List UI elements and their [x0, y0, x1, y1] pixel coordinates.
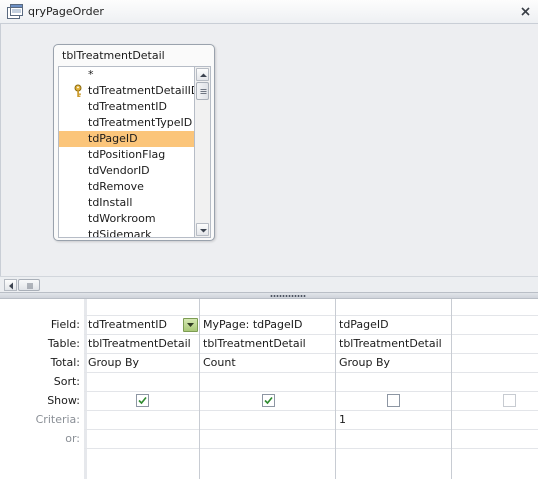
row-label-show: Show:: [47, 394, 80, 407]
checkmark-icon: [264, 396, 273, 405]
design-pane-horizontal-scrollbar[interactable]: [0, 276, 538, 292]
grid-line: [84, 391, 538, 392]
col2-table-cell[interactable]: tblTreatmentDetail: [200, 334, 334, 353]
table-field-list-window[interactable]: tblTreatmentDetail * tdTreatmentDetailID…: [53, 44, 215, 241]
row-label-field: Field:: [50, 318, 80, 331]
field-item-tdTreatmentID[interactable]: tdTreatmentID: [59, 99, 194, 115]
pane-splitter[interactable]: [0, 292, 538, 299]
chevron-down-icon: [200, 229, 207, 233]
row-label-sort: Sort:: [53, 375, 80, 388]
col3-field-cell[interactable]: tdPageID: [336, 315, 450, 334]
field-list[interactable]: * tdTreatmentDetailID tdTreatmentID tdTr…: [58, 66, 195, 238]
col4-show-checkbox[interactable]: [503, 394, 516, 407]
key-icon: [74, 84, 82, 97]
col3-total-cell[interactable]: Group By: [336, 353, 450, 372]
row-label-total: Total:: [50, 356, 80, 369]
query-icon: [7, 4, 23, 19]
close-icon: [521, 7, 530, 16]
field-item-tdPageID[interactable]: tdPageID: [59, 131, 194, 147]
col2-show-checkbox[interactable]: [262, 394, 275, 407]
chevron-down-icon: [187, 323, 194, 327]
field-item-tdTreatmentDetailID[interactable]: tdTreatmentDetailID: [59, 83, 195, 99]
grid-line: [84, 429, 538, 430]
horizontal-scroll-thumb[interactable]: [18, 279, 40, 291]
col4-field-cell[interactable]: [452, 315, 538, 334]
chevron-left-icon: [9, 282, 13, 290]
scroll-down-button[interactable]: [196, 223, 209, 236]
grid-line: [84, 410, 538, 411]
grip-icon: [27, 283, 33, 289]
field-item-tdInstall[interactable]: tdInstall: [59, 195, 194, 211]
col1-sort-cell[interactable]: [85, 372, 198, 391]
field-list-scrollbar[interactable]: [195, 66, 211, 238]
field-item-tdWorkroom[interactable]: tdWorkroom: [59, 211, 194, 227]
query-design-grid[interactable]: Field: Table: Total: Sort: Show: Criteri…: [0, 299, 538, 479]
col1-total-cell[interactable]: Group By: [85, 353, 198, 372]
table-window-title[interactable]: tblTreatmentDetail: [62, 49, 165, 62]
title-bar: qryPageOrder: [0, 0, 538, 24]
col3-criteria-cell[interactable]: 1: [336, 410, 450, 429]
field-item-tdVendorID[interactable]: tdVendorID: [59, 163, 194, 179]
field-item-all[interactable]: *: [59, 67, 194, 83]
col3-show-checkbox[interactable]: [387, 394, 400, 407]
col3-sort-cell[interactable]: [336, 372, 450, 391]
checkmark-icon: [138, 396, 147, 405]
col2-sort-cell[interactable]: [200, 372, 334, 391]
field-item-tdSidemark[interactable]: tdSidemark: [59, 227, 194, 237]
grip-icon: [200, 89, 207, 94]
field-item-tdRemove[interactable]: tdRemove: [59, 179, 194, 195]
scroll-thumb[interactable]: [196, 82, 209, 100]
grid-line: [84, 448, 538, 449]
row-label-criteria: Criteria:: [35, 413, 80, 426]
col1-show-checkbox[interactable]: [136, 394, 149, 407]
row-label-or: or:: [65, 432, 80, 445]
chevron-up-icon: [200, 73, 207, 77]
field-item-label: tdTreatmentDetailID: [88, 84, 195, 97]
row-label-table: Table:: [47, 337, 80, 350]
close-button[interactable]: [517, 3, 534, 20]
field-item-tdTreatmentTypeID[interactable]: tdTreatmentTypeID: [59, 115, 194, 131]
field-item-tdPositionFlag[interactable]: tdPositionFlag: [59, 147, 194, 163]
col1-table-cell[interactable]: tblTreatmentDetail: [85, 334, 198, 353]
scroll-left-button[interactable]: [4, 279, 17, 291]
col2-field-cell[interactable]: MyPage: tdPageID: [200, 315, 334, 334]
col2-total-cell[interactable]: Count: [200, 353, 334, 372]
scroll-up-button[interactable]: [196, 68, 209, 81]
table-design-pane[interactable]: tblTreatmentDetail * tdTreatmentDetailID…: [0, 24, 538, 276]
col3-table-cell[interactable]: tblTreatmentDetail: [336, 334, 450, 353]
field-dropdown-button[interactable]: [183, 318, 198, 332]
window-title: qryPageOrder: [28, 5, 104, 18]
col1-field-cell[interactable]: tdTreatmentID: [85, 315, 183, 334]
splitter-grip[interactable]: [270, 294, 306, 298]
